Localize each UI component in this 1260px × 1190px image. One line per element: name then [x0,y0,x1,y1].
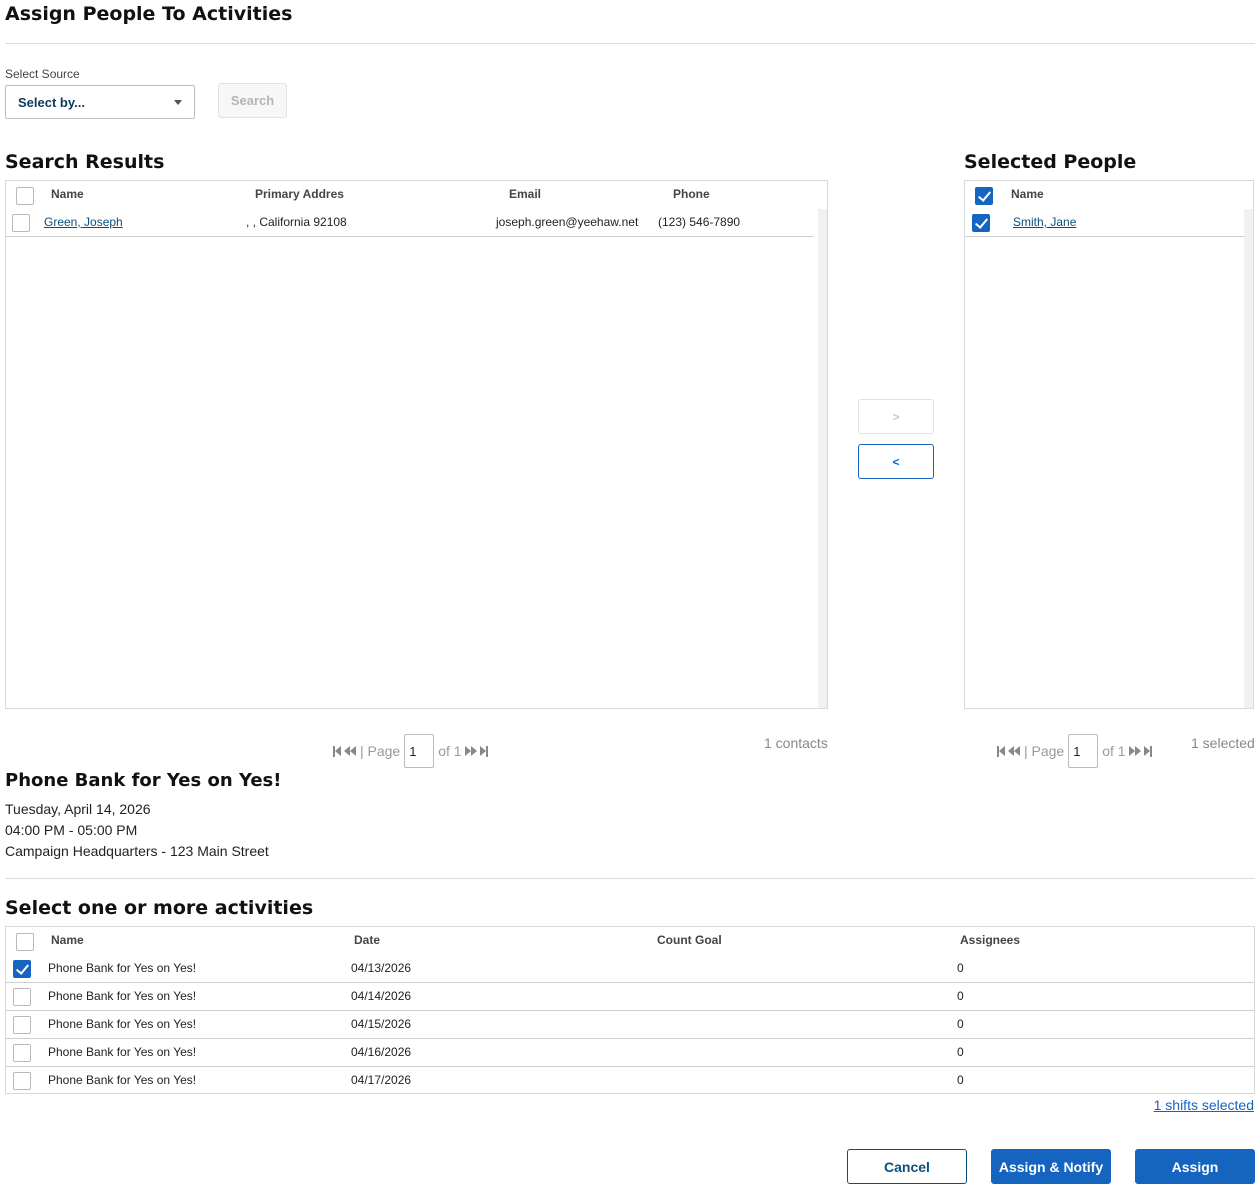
page-label: | Page [1024,743,1065,759]
row-divider [965,236,1244,237]
activity-date: 04/16/2026 [351,1045,412,1059]
page-number-input[interactable] [404,734,435,768]
column-header-name: Name [51,187,84,201]
scrollbar[interactable] [1244,209,1253,708]
activity-assignees: 0 [957,961,964,975]
shifts-selected-link[interactable]: 1 shifts selected [1154,1097,1254,1113]
previous-page-icon[interactable] [344,746,356,756]
column-header-phone: Phone [673,187,710,201]
activity-assignees: 0 [957,989,964,1003]
column-header-email: Email [509,187,542,201]
previous-page-icon[interactable] [1008,746,1020,756]
cancel-button[interactable]: Cancel [847,1149,967,1184]
search-results-title: Search Results [5,151,165,173]
row-divider [6,1066,1254,1067]
row-checkbox[interactable] [13,960,31,978]
column-header-assignees: Assignees [960,933,1021,947]
activities-title: Select one or more activities [5,897,314,919]
first-page-icon[interactable] [333,745,341,757]
event-location: Campaign Headquarters - 123 Main Street [5,843,269,859]
scrollbar[interactable] [818,209,827,708]
select-all-selected-checkbox[interactable] [975,187,993,205]
row-divider [6,1010,1254,1011]
event-title: Phone Bank for Yes on Yes! [5,770,282,791]
assign-and-notify-button[interactable]: Assign & Notify [991,1149,1111,1184]
selected-people-title: Selected People [964,151,1137,173]
row-checkbox[interactable] [972,214,990,232]
row-divider [6,236,814,237]
row-checkbox[interactable] [13,988,31,1006]
next-page-icon[interactable] [1128,746,1141,756]
select-source-dropdown[interactable]: Select by... [5,85,195,119]
contact-email: joseph.green@yeehaw.net [496,215,639,229]
selected-person-name-link[interactable]: Smith, Jane [1013,215,1076,229]
selected-people-table: Name Smith, Jane [964,180,1254,709]
row-checkbox[interactable] [13,1016,31,1034]
contact-address: , , California 92108 [246,215,347,229]
assign-button[interactable]: Assign [1135,1149,1255,1184]
row-checkbox[interactable] [13,1044,31,1062]
activity-date: 04/15/2026 [351,1017,412,1031]
event-date: Tuesday, April 14, 2026 [5,801,151,817]
activity-date: 04/17/2026 [351,1073,412,1087]
select-source-value: Select by... [18,94,85,110]
activity-date: 04/14/2026 [351,989,412,1003]
contact-name-link[interactable]: Green, Joseph [44,215,123,229]
row-checkbox[interactable] [13,1072,31,1090]
chevron-down-icon [174,99,182,105]
column-header-count-goal: Count Goal [657,933,722,947]
page-title: Assign People To Activities [5,3,293,25]
activity-assignees: 0 [957,1045,964,1059]
last-page-icon[interactable] [1143,745,1152,757]
selected-count: 1 selected [1191,735,1255,751]
select-all-results-checkbox[interactable] [16,187,34,205]
remove-from-selected-button[interactable]: < [858,444,934,479]
header-divider [5,43,1255,44]
search-button[interactable]: Search [218,83,287,118]
column-header-name: Name [51,933,84,947]
activity-assignees: 0 [957,1017,964,1031]
activity-name: Phone Bank for Yes on Yes! [48,1017,197,1031]
page-number-input[interactable] [1068,734,1099,768]
column-header-date: Date [354,933,381,947]
event-time: 04:00 PM - 05:00 PM [5,822,138,838]
activity-name: Phone Bank for Yes on Yes! [48,989,197,1003]
contacts-count: 1 contacts [764,735,828,751]
of-pages-label: of 1 [1102,743,1126,759]
event-divider [5,878,1255,879]
column-header-name: Name [1011,187,1044,201]
search-results-pager: | Page of 1 [333,734,488,768]
search-results-table: Name Primary Addres Email Phone Green, J… [5,180,828,709]
of-pages-label: of 1 [438,743,462,759]
activities-table: Name Date Count Goal Assignees Phone Ban… [5,926,1255,1094]
add-to-selected-button[interactable]: > [858,399,934,434]
page-label: | Page [360,743,401,759]
activity-name: Phone Bank for Yes on Yes! [48,1073,197,1087]
column-header-address: Primary Addres [255,187,344,201]
last-page-icon[interactable] [479,745,488,757]
row-divider [6,982,1254,983]
row-checkbox[interactable] [12,214,30,232]
activity-name: Phone Bank for Yes on Yes! [48,961,197,975]
selected-people-pager: | Page of 1 [997,734,1152,768]
contact-phone: (123) 546-7890 [658,215,741,229]
first-page-icon[interactable] [997,745,1005,757]
next-page-icon[interactable] [464,746,477,756]
select-all-activities-checkbox[interactable] [16,933,34,951]
row-divider [6,1038,1254,1039]
activity-name: Phone Bank for Yes on Yes! [48,1045,197,1059]
activity-date: 04/13/2026 [351,961,412,975]
activity-assignees: 0 [957,1073,964,1087]
select-source-label: Select Source [5,67,80,81]
